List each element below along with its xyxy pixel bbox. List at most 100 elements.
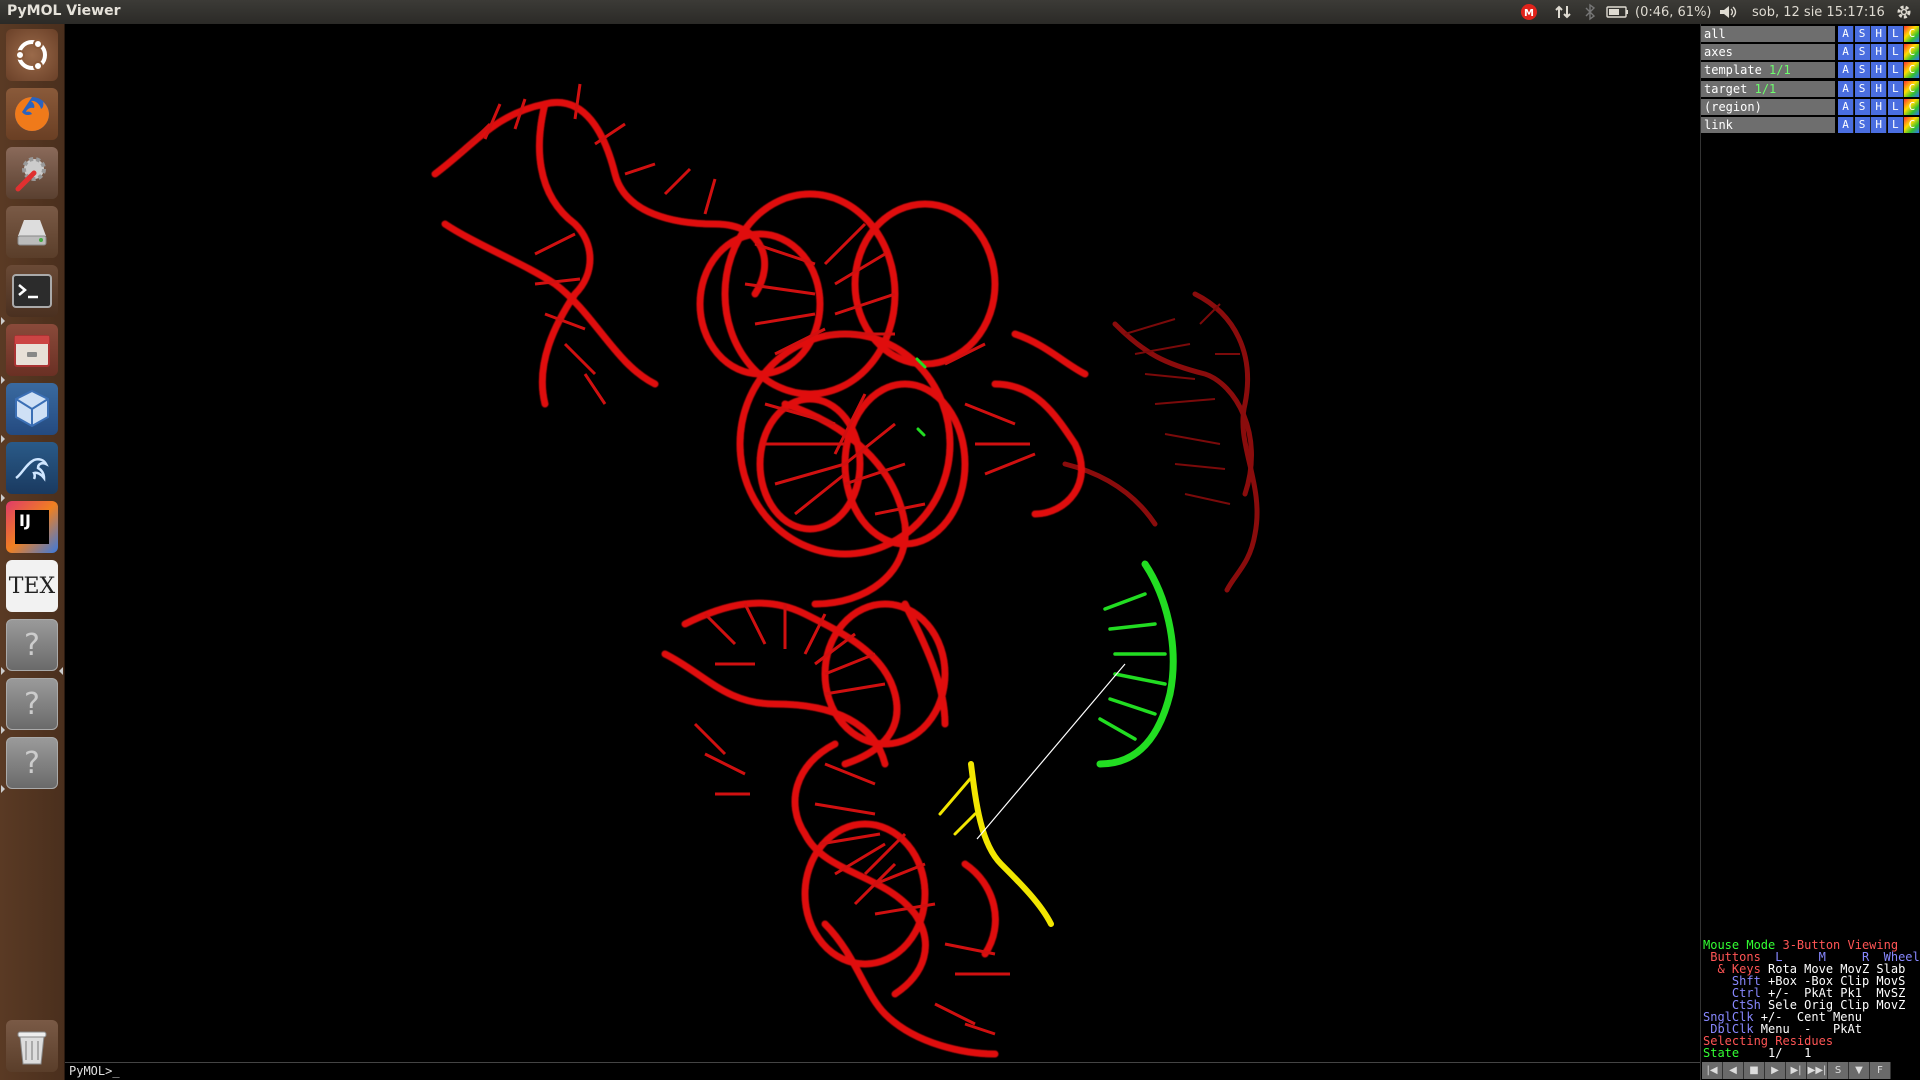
virtualbox-icon[interactable] (6, 383, 58, 435)
file-archive-icon[interactable] (6, 324, 58, 376)
object-c-button[interactable]: C (1904, 26, 1920, 42)
object-c-button[interactable]: C (1904, 44, 1920, 61)
object-c-button[interactable]: C (1904, 80, 1920, 97)
state-label: State (1703, 1046, 1747, 1060)
movie-control-button[interactable]: F (1870, 1062, 1891, 1079)
object-l-button[interactable]: L (1887, 98, 1904, 115)
object-a-button[interactable]: A (1838, 26, 1854, 42)
movie-control-button[interactable]: ▼ (1849, 1062, 1870, 1079)
object-c-button[interactable]: C (1904, 98, 1920, 115)
running-indicator (1, 494, 5, 502)
object-h-button[interactable]: H (1871, 62, 1888, 79)
movie-control-button[interactable]: ▶▶| (1807, 1062, 1828, 1079)
mouse-mode-panel[interactable]: Mouse Mode 3-Button Viewing Buttons L M … (1703, 939, 1920, 1059)
object-row[interactable]: target 1/1 A S H L C (1701, 80, 1920, 98)
object-a-button[interactable]: A (1838, 80, 1854, 97)
object-name[interactable]: axes (1701, 44, 1835, 61)
object-state: 1/1 (1769, 63, 1791, 78)
texmaker-label: TEX (8, 573, 56, 599)
intellij-label: IJ (19, 511, 31, 530)
object-row[interactable]: axes ASHLC (1701, 44, 1920, 61)
object-s-button[interactable]: S (1854, 98, 1871, 115)
clock[interactable]: sob, 12 sie 15:17:16 (1752, 2, 1885, 22)
template-rungs-far (1124, 303, 1240, 505)
object-row[interactable]: all ASHLC (1701, 26, 1920, 43)
running-indicator (1, 785, 5, 793)
object-name[interactable]: target 1/1 (1701, 80, 1835, 97)
object-l-button[interactable]: L (1887, 26, 1904, 42)
object-s-button[interactable]: S (1854, 80, 1871, 97)
object-name[interactable]: all (1701, 26, 1835, 42)
object-a-button[interactable]: A (1838, 98, 1854, 115)
intellij-icon[interactable]: IJ (6, 501, 58, 553)
object-name[interactable]: link (1701, 117, 1835, 133)
object-l-button[interactable]: L (1887, 80, 1904, 97)
network-arrows-icon[interactable] (1554, 2, 1572, 22)
mysql-workbench-icon[interactable] (6, 442, 58, 494)
unknown-app-icon[interactable]: ? (6, 737, 58, 789)
intellij-logo: IJ (15, 510, 49, 544)
top-panel: PyMOL Viewer M (0:46, 61%) sob, 12 sie 1… (0, 0, 1920, 24)
object-a-button[interactable]: A (1838, 44, 1854, 61)
gear-icon[interactable] (1895, 2, 1913, 22)
unknown-app-icon[interactable]: ? (6, 678, 58, 730)
object-h-button[interactable]: H (1871, 80, 1888, 97)
system-settings-icon[interactable] (6, 147, 58, 199)
movie-control-button[interactable]: ■ (1744, 1062, 1765, 1079)
object-s-button[interactable]: S (1854, 26, 1871, 42)
object-row[interactable]: (region) ASHLC (1701, 98, 1920, 116)
object-h-button[interactable]: H (1871, 98, 1888, 115)
object-row[interactable]: template 1/1 A S H L C (1701, 62, 1920, 79)
object-a-button[interactable]: A (1838, 62, 1854, 79)
disk-drive-icon[interactable] (6, 206, 58, 258)
object-s-button[interactable]: S (1854, 44, 1871, 61)
object-name-label: target (1704, 81, 1748, 96)
state-value: 1/ 1 (1746, 1046, 1812, 1060)
svg-text:M: M (1524, 8, 1534, 19)
object-h-button[interactable]: H (1871, 26, 1888, 42)
unknown-app-glyph: ? (24, 686, 40, 722)
object-h-button[interactable]: H (1871, 44, 1888, 61)
terminal-icon[interactable] (6, 265, 58, 317)
mail-indicator-icon[interactable]: M (1520, 2, 1538, 22)
focused-indicator (59, 667, 63, 675)
movie-control-button[interactable]: S (1828, 1062, 1849, 1079)
link-distance-line (976, 663, 1126, 840)
texmaker-icon[interactable]: TEX (6, 560, 58, 612)
object-panel: all A S H L Caxes A S H L Ctemplate 1/1 A S H L Ctarg… (1700, 24, 1920, 1080)
movie-controls: |◀ ◀ ■ ▶ ▶| ▶▶| S ▼ F (1702, 1062, 1920, 1080)
object-name-label: template (1704, 63, 1762, 78)
object-l-button[interactable]: L (1887, 44, 1904, 61)
unknown-app-icon[interactable]: ? (6, 619, 58, 671)
trash-icon[interactable] (6, 1020, 58, 1072)
object-l-button[interactable]: L (1887, 117, 1904, 133)
launcher: IJ TEX ? ? ? (0, 24, 65, 1080)
movie-control-button[interactable]: |◀ (1702, 1062, 1723, 1079)
object-l-button[interactable]: L (1887, 62, 1904, 79)
command-input[interactable]: PyMOL>_ (65, 1062, 1700, 1080)
running-indicator (1, 317, 5, 325)
battery-status[interactable]: (0:46, 61%) (1635, 2, 1712, 22)
object-c-button[interactable]: C (1904, 62, 1920, 79)
object-name[interactable]: template 1/1 (1701, 62, 1835, 79)
battery-icon[interactable] (1606, 2, 1630, 22)
object-s-button[interactable]: S (1854, 117, 1871, 133)
object-s-button[interactable]: S (1854, 62, 1871, 79)
object-c-button[interactable]: C (1904, 117, 1920, 133)
volume-icon[interactable] (1718, 2, 1738, 22)
movie-control-button[interactable]: ▶| (1786, 1062, 1807, 1079)
object-name[interactable]: (region) (1701, 98, 1835, 115)
object-a-button[interactable]: A (1838, 117, 1854, 133)
ubuntu-dash-icon[interactable] (6, 29, 58, 81)
movie-control-button[interactable]: ◀ (1723, 1062, 1744, 1079)
object-name-label: all (1704, 27, 1726, 41)
molecular-viewport[interactable] (65, 24, 1700, 1062)
bluetooth-icon[interactable] (1584, 2, 1596, 22)
running-indicator (1, 435, 5, 443)
movie-control-button[interactable]: ▶ (1765, 1062, 1786, 1079)
object-name-label: (region) (1704, 99, 1762, 114)
object-row[interactable]: link ASHLC (1701, 117, 1920, 134)
object-h-button[interactable]: H (1871, 117, 1888, 133)
firefox-icon[interactable] (6, 88, 58, 140)
rna-structure-render (431, 83, 1260, 1058)
